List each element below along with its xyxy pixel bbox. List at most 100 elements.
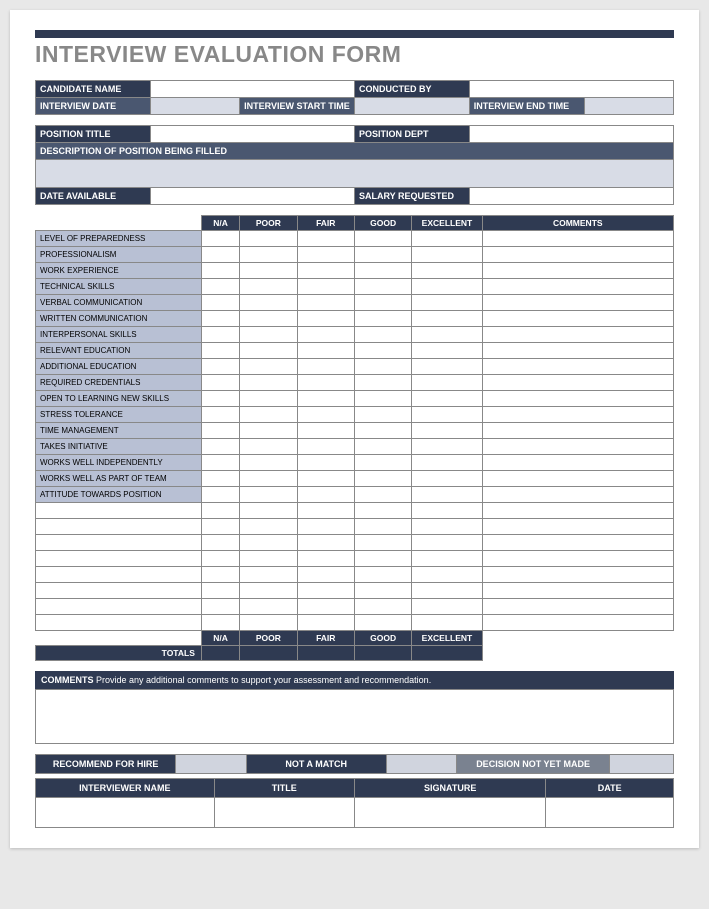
rating-good[interactable] <box>354 231 411 247</box>
rating-poor[interactable] <box>240 247 297 263</box>
totals-poor[interactable] <box>240 646 297 661</box>
rating-comments[interactable] <box>482 311 673 327</box>
rating-good[interactable] <box>354 375 411 391</box>
interview-date-field[interactable] <box>150 98 239 115</box>
rating-poor[interactable] <box>240 311 297 327</box>
rating-excellent[interactable] <box>412 343 482 359</box>
salary-requested-field[interactable] <box>469 188 673 205</box>
rating-good[interactable] <box>354 343 411 359</box>
start-time-field[interactable] <box>354 98 469 115</box>
rating-good[interactable] <box>354 439 411 455</box>
position-title-field[interactable] <box>150 126 354 143</box>
rating-good[interactable] <box>354 487 411 503</box>
recommend-for-hire-field[interactable] <box>176 755 246 774</box>
rating-excellent[interactable] <box>412 327 482 343</box>
rating-excellent[interactable] <box>412 375 482 391</box>
sig-title-field[interactable] <box>214 798 354 828</box>
rating-poor[interactable] <box>240 439 297 455</box>
rating-poor[interactable] <box>240 231 297 247</box>
position-dept-field[interactable] <box>469 126 673 143</box>
rating-poor[interactable] <box>240 455 297 471</box>
rating-fair[interactable] <box>297 471 354 487</box>
rating-na[interactable] <box>201 343 239 359</box>
rating-excellent[interactable] <box>412 359 482 375</box>
rating-fair[interactable] <box>297 247 354 263</box>
rating-poor[interactable] <box>240 407 297 423</box>
rating-comments[interactable] <box>482 343 673 359</box>
rating-poor[interactable] <box>240 279 297 295</box>
rating-fair[interactable] <box>297 487 354 503</box>
rating-poor[interactable] <box>240 359 297 375</box>
rating-good[interactable] <box>354 327 411 343</box>
rating-na[interactable] <box>201 311 239 327</box>
rating-fair[interactable] <box>297 439 354 455</box>
rating-fair[interactable] <box>297 327 354 343</box>
rating-good[interactable] <box>354 279 411 295</box>
rating-comments[interactable] <box>482 487 673 503</box>
rating-poor[interactable] <box>240 487 297 503</box>
rating-fair[interactable] <box>297 263 354 279</box>
rating-comments[interactable] <box>482 327 673 343</box>
rating-comments[interactable] <box>482 263 673 279</box>
rating-excellent[interactable] <box>412 439 482 455</box>
rating-na[interactable] <box>201 359 239 375</box>
rating-na[interactable] <box>201 295 239 311</box>
rating-comments[interactable] <box>482 391 673 407</box>
rating-na[interactable] <box>201 407 239 423</box>
rating-excellent[interactable] <box>412 423 482 439</box>
rating-excellent[interactable] <box>412 263 482 279</box>
rating-comments[interactable] <box>482 231 673 247</box>
rating-fair[interactable] <box>297 279 354 295</box>
rating-good[interactable] <box>354 247 411 263</box>
rating-comments[interactable] <box>482 247 673 263</box>
rating-good[interactable] <box>354 359 411 375</box>
rating-excellent[interactable] <box>412 391 482 407</box>
rating-comments[interactable] <box>482 407 673 423</box>
rating-na[interactable] <box>201 391 239 407</box>
rating-fair[interactable] <box>297 295 354 311</box>
rating-fair[interactable] <box>297 311 354 327</box>
rating-comments[interactable] <box>482 439 673 455</box>
rating-poor[interactable] <box>240 327 297 343</box>
rating-na[interactable] <box>201 247 239 263</box>
rating-excellent[interactable] <box>412 311 482 327</box>
rating-fair[interactable] <box>297 375 354 391</box>
totals-na[interactable] <box>201 646 239 661</box>
rating-poor[interactable] <box>240 295 297 311</box>
date-available-field[interactable] <box>150 188 354 205</box>
rating-excellent[interactable] <box>412 295 482 311</box>
not-yet-field[interactable] <box>610 755 674 774</box>
rating-fair[interactable] <box>297 391 354 407</box>
rating-excellent[interactable] <box>412 279 482 295</box>
candidate-name-field[interactable] <box>150 81 354 98</box>
rating-comments[interactable] <box>482 455 673 471</box>
description-field[interactable] <box>36 160 674 188</box>
rating-good[interactable] <box>354 455 411 471</box>
rating-excellent[interactable] <box>412 231 482 247</box>
rating-excellent[interactable] <box>412 407 482 423</box>
end-time-field[interactable] <box>584 98 673 115</box>
rating-fair[interactable] <box>297 423 354 439</box>
rating-poor[interactable] <box>240 471 297 487</box>
rating-na[interactable] <box>201 279 239 295</box>
rating-fair[interactable] <box>297 359 354 375</box>
totals-excellent[interactable] <box>412 646 482 661</box>
not-match-field[interactable] <box>386 755 456 774</box>
rating-na[interactable] <box>201 487 239 503</box>
rating-comments[interactable] <box>482 279 673 295</box>
sig-signature-field[interactable] <box>354 798 545 828</box>
totals-fair[interactable] <box>297 646 354 661</box>
rating-poor[interactable] <box>240 343 297 359</box>
rating-fair[interactable] <box>297 343 354 359</box>
rating-good[interactable] <box>354 423 411 439</box>
rating-comments[interactable] <box>482 295 673 311</box>
rating-good[interactable] <box>354 295 411 311</box>
comments-field[interactable] <box>35 689 674 744</box>
rating-na[interactable] <box>201 327 239 343</box>
sig-date-field[interactable] <box>546 798 674 828</box>
rating-poor[interactable] <box>240 375 297 391</box>
rating-poor[interactable] <box>240 391 297 407</box>
rating-good[interactable] <box>354 311 411 327</box>
rating-poor[interactable] <box>240 423 297 439</box>
rating-comments[interactable] <box>482 423 673 439</box>
